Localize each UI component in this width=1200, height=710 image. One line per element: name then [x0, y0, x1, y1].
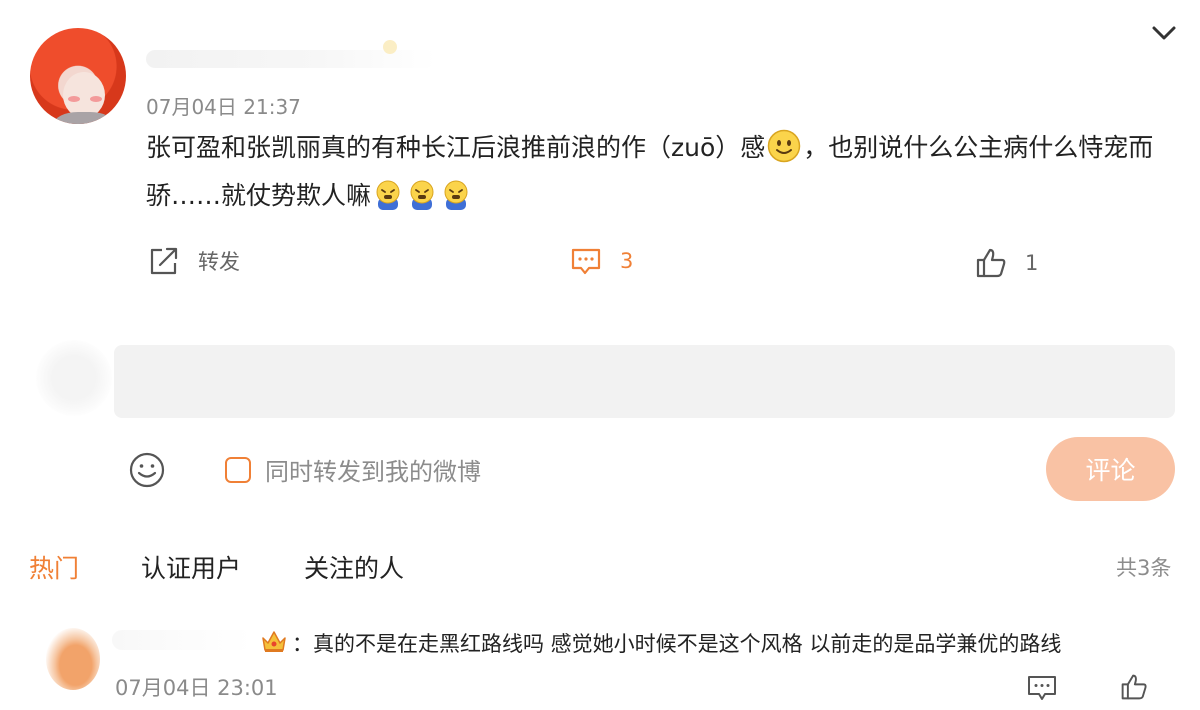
crying-emoji-icon	[444, 180, 468, 210]
commenter-avatar[interactable]	[46, 628, 100, 690]
comment-button[interactable]: 3	[570, 246, 633, 276]
comment-text: ：真的不是在走黑红路线吗 感觉她小时候不是这个风格 以前走的是品学兼优的路线	[292, 628, 1061, 658]
repost-label: 转发	[198, 250, 240, 274]
comment-count: 3	[620, 249, 634, 273]
commenter-name-redacted[interactable]	[112, 630, 252, 650]
crying-emoji-icon	[410, 180, 434, 210]
crown-badge-icon	[262, 631, 286, 652]
comment-icon	[571, 248, 601, 275]
smile-emoji-icon	[768, 129, 801, 163]
tab-verified-users[interactable]: 认证用户	[141, 549, 241, 585]
like-button[interactable]: 1	[975, 247, 1038, 279]
thumbs-up-icon	[976, 248, 1006, 278]
author-avatar[interactable]	[30, 28, 126, 124]
avatar-cheek	[68, 96, 80, 102]
author-badge-redacted	[383, 40, 397, 54]
repost-button[interactable]: 转发	[148, 246, 240, 276]
comment-body: 真的不是在走黑红路线吗 感觉她小时候不是这个风格 以前走的是品学兼优的路线	[313, 632, 1062, 656]
tab-following[interactable]: 关注的人	[304, 549, 404, 585]
checkbox-box[interactable]	[225, 456, 251, 483]
comment-timestamp: 07月04日 23:01	[115, 676, 278, 700]
avatar-body	[54, 112, 114, 124]
forward-to-my-weibo-checkbox[interactable]: 同时转发到我的微博	[225, 452, 481, 487]
avatar-cheek	[90, 96, 102, 102]
forward-label: 同时转发到我的微博	[265, 458, 481, 486]
chevron-down-icon[interactable]	[1148, 20, 1180, 46]
current-user-avatar-redacted	[36, 340, 112, 416]
post-text-part1: 张可盈和张凯丽真的有种长江后浪推前浪的作（zuō）感	[146, 133, 766, 162]
post-text: 张可盈和张凯丽真的有种长江后浪推前浪的作（zuō）感 ，也别说什么公主病什么恃宠…	[146, 124, 1180, 220]
like-count: 1	[1025, 251, 1039, 275]
share-icon	[150, 247, 178, 275]
tab-hot[interactable]: 热门	[29, 549, 79, 585]
emoji-picker-icon[interactable]	[129, 452, 165, 488]
comment-input[interactable]	[114, 345, 1175, 418]
post-timestamp: 07月04日 21:37	[146, 95, 301, 119]
comment-total-count: 共3条	[1116, 556, 1172, 580]
comment-separator: ：	[292, 632, 313, 656]
comment-like-icon[interactable]	[1120, 673, 1148, 701]
crying-emoji-icon	[376, 180, 400, 210]
submit-comment-button[interactable]: 评论	[1046, 437, 1175, 501]
reply-icon[interactable]	[1027, 674, 1057, 702]
